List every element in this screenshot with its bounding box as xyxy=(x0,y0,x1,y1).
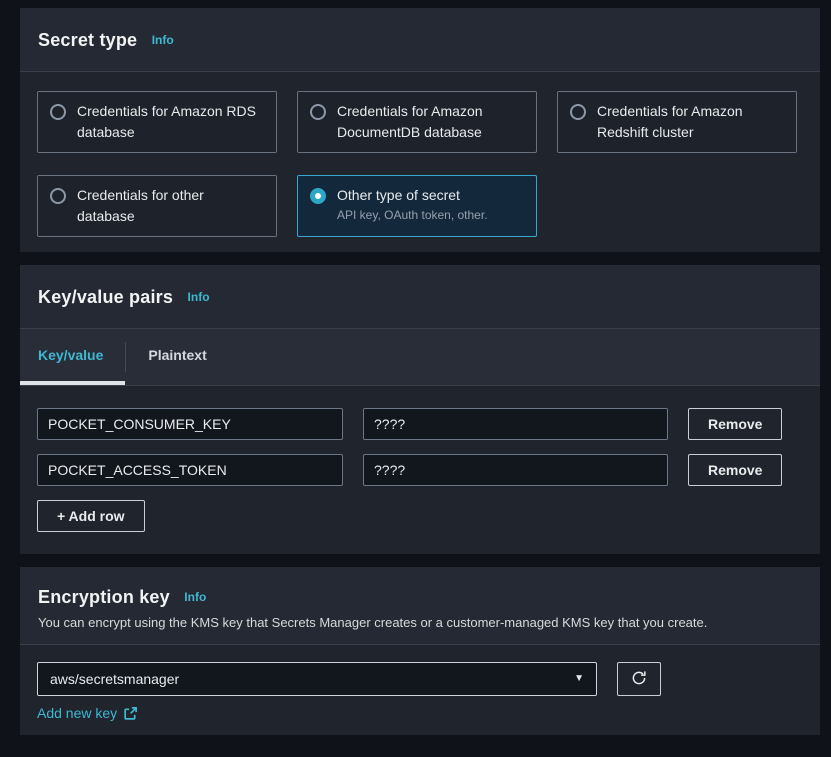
radio-unselected-icon[interactable] xyxy=(50,104,66,120)
option-label: Credentials for other database xyxy=(77,185,264,227)
option-card-other-database[interactable]: Credentials for other database xyxy=(37,175,277,237)
secret-format-tabs: Key/value Plaintext xyxy=(20,329,820,386)
option-card-other-secret[interactable]: Other type of secret API key, OAuth toke… xyxy=(297,175,537,237)
secret-type-info-link[interactable]: Info xyxy=(152,33,174,47)
option-label: Other type of secret xyxy=(337,187,460,203)
radio-unselected-icon[interactable] xyxy=(570,104,586,120)
remove-row-button[interactable]: Remove xyxy=(688,408,782,440)
kms-key-select-row: aws/secretsmanager ▼ xyxy=(37,662,803,696)
option-label: Credentials for Amazon RDS database xyxy=(77,101,264,143)
tab-plaintext[interactable]: Plaintext xyxy=(126,329,228,385)
secret-key-input[interactable] xyxy=(37,454,343,486)
encryption-key-info-link[interactable]: Info xyxy=(184,590,206,604)
option-card-redshift[interactable]: Credentials for Amazon Redshift cluster xyxy=(557,91,797,153)
key-value-pairs-info-link[interactable]: Info xyxy=(188,290,210,304)
chevron-down-icon: ▼ xyxy=(574,674,584,684)
tab-key-value[interactable]: Key/value xyxy=(20,329,125,385)
key-value-row: Remove xyxy=(37,408,803,440)
radio-selected-icon[interactable] xyxy=(310,188,326,204)
encryption-key-description: You can encrypt using the KMS key that S… xyxy=(38,615,800,630)
key-value-pairs-panel: Key/value pairs Info Key/value Plaintext… xyxy=(20,265,820,554)
secret-type-title: Secret type xyxy=(38,30,137,50)
secret-type-options: Credentials for Amazon RDS database Cred… xyxy=(20,72,820,252)
radio-unselected-icon[interactable] xyxy=(310,104,326,120)
secret-type-header: Secret type Info xyxy=(20,8,820,72)
option-card-documentdb[interactable]: Credentials for Amazon DocumentDB databa… xyxy=(297,91,537,153)
refresh-keys-button[interactable] xyxy=(617,662,661,696)
key-value-row: Remove xyxy=(37,454,803,486)
secret-key-input[interactable] xyxy=(37,408,343,440)
key-value-pairs-title: Key/value pairs xyxy=(38,287,173,307)
encryption-key-header: Encryption key Info You can encrypt usin… xyxy=(20,567,820,645)
option-card-rds[interactable]: Credentials for Amazon RDS database xyxy=(37,91,277,153)
create-secret-form: Secret type Info Credentials for Amazon … xyxy=(0,0,831,735)
key-value-editor: Remove Remove + Add row xyxy=(20,386,820,554)
option-label: Credentials for Amazon Redshift cluster xyxy=(597,101,784,143)
encryption-key-panel: Encryption key Info You can encrypt usin… xyxy=(20,567,820,735)
secret-type-card-grid: Credentials for Amazon RDS database Cred… xyxy=(37,91,803,237)
remove-row-button[interactable]: Remove xyxy=(688,454,782,486)
kms-key-select[interactable]: aws/secretsmanager ▼ xyxy=(37,662,597,696)
add-new-key-link[interactable]: Add new key xyxy=(37,705,138,721)
radio-unselected-icon[interactable] xyxy=(50,188,66,204)
secret-value-input[interactable] xyxy=(363,454,668,486)
option-description: API key, OAuth token, other. xyxy=(337,207,488,224)
refresh-icon xyxy=(630,669,648,690)
secret-value-input[interactable] xyxy=(363,408,668,440)
secret-type-panel: Secret type Info Credentials for Amazon … xyxy=(20,8,820,252)
option-label: Credentials for Amazon DocumentDB databa… xyxy=(337,101,524,143)
encryption-key-body: aws/secretsmanager ▼ Add new key xyxy=(20,645,820,735)
add-row-button[interactable]: + Add row xyxy=(37,500,145,532)
external-link-icon xyxy=(123,706,138,721)
add-new-key-label: Add new key xyxy=(37,705,117,721)
encryption-key-title: Encryption key xyxy=(38,587,170,607)
kms-key-selected-value: aws/secretsmanager xyxy=(50,671,179,687)
key-value-pairs-header: Key/value pairs Info xyxy=(20,265,820,329)
